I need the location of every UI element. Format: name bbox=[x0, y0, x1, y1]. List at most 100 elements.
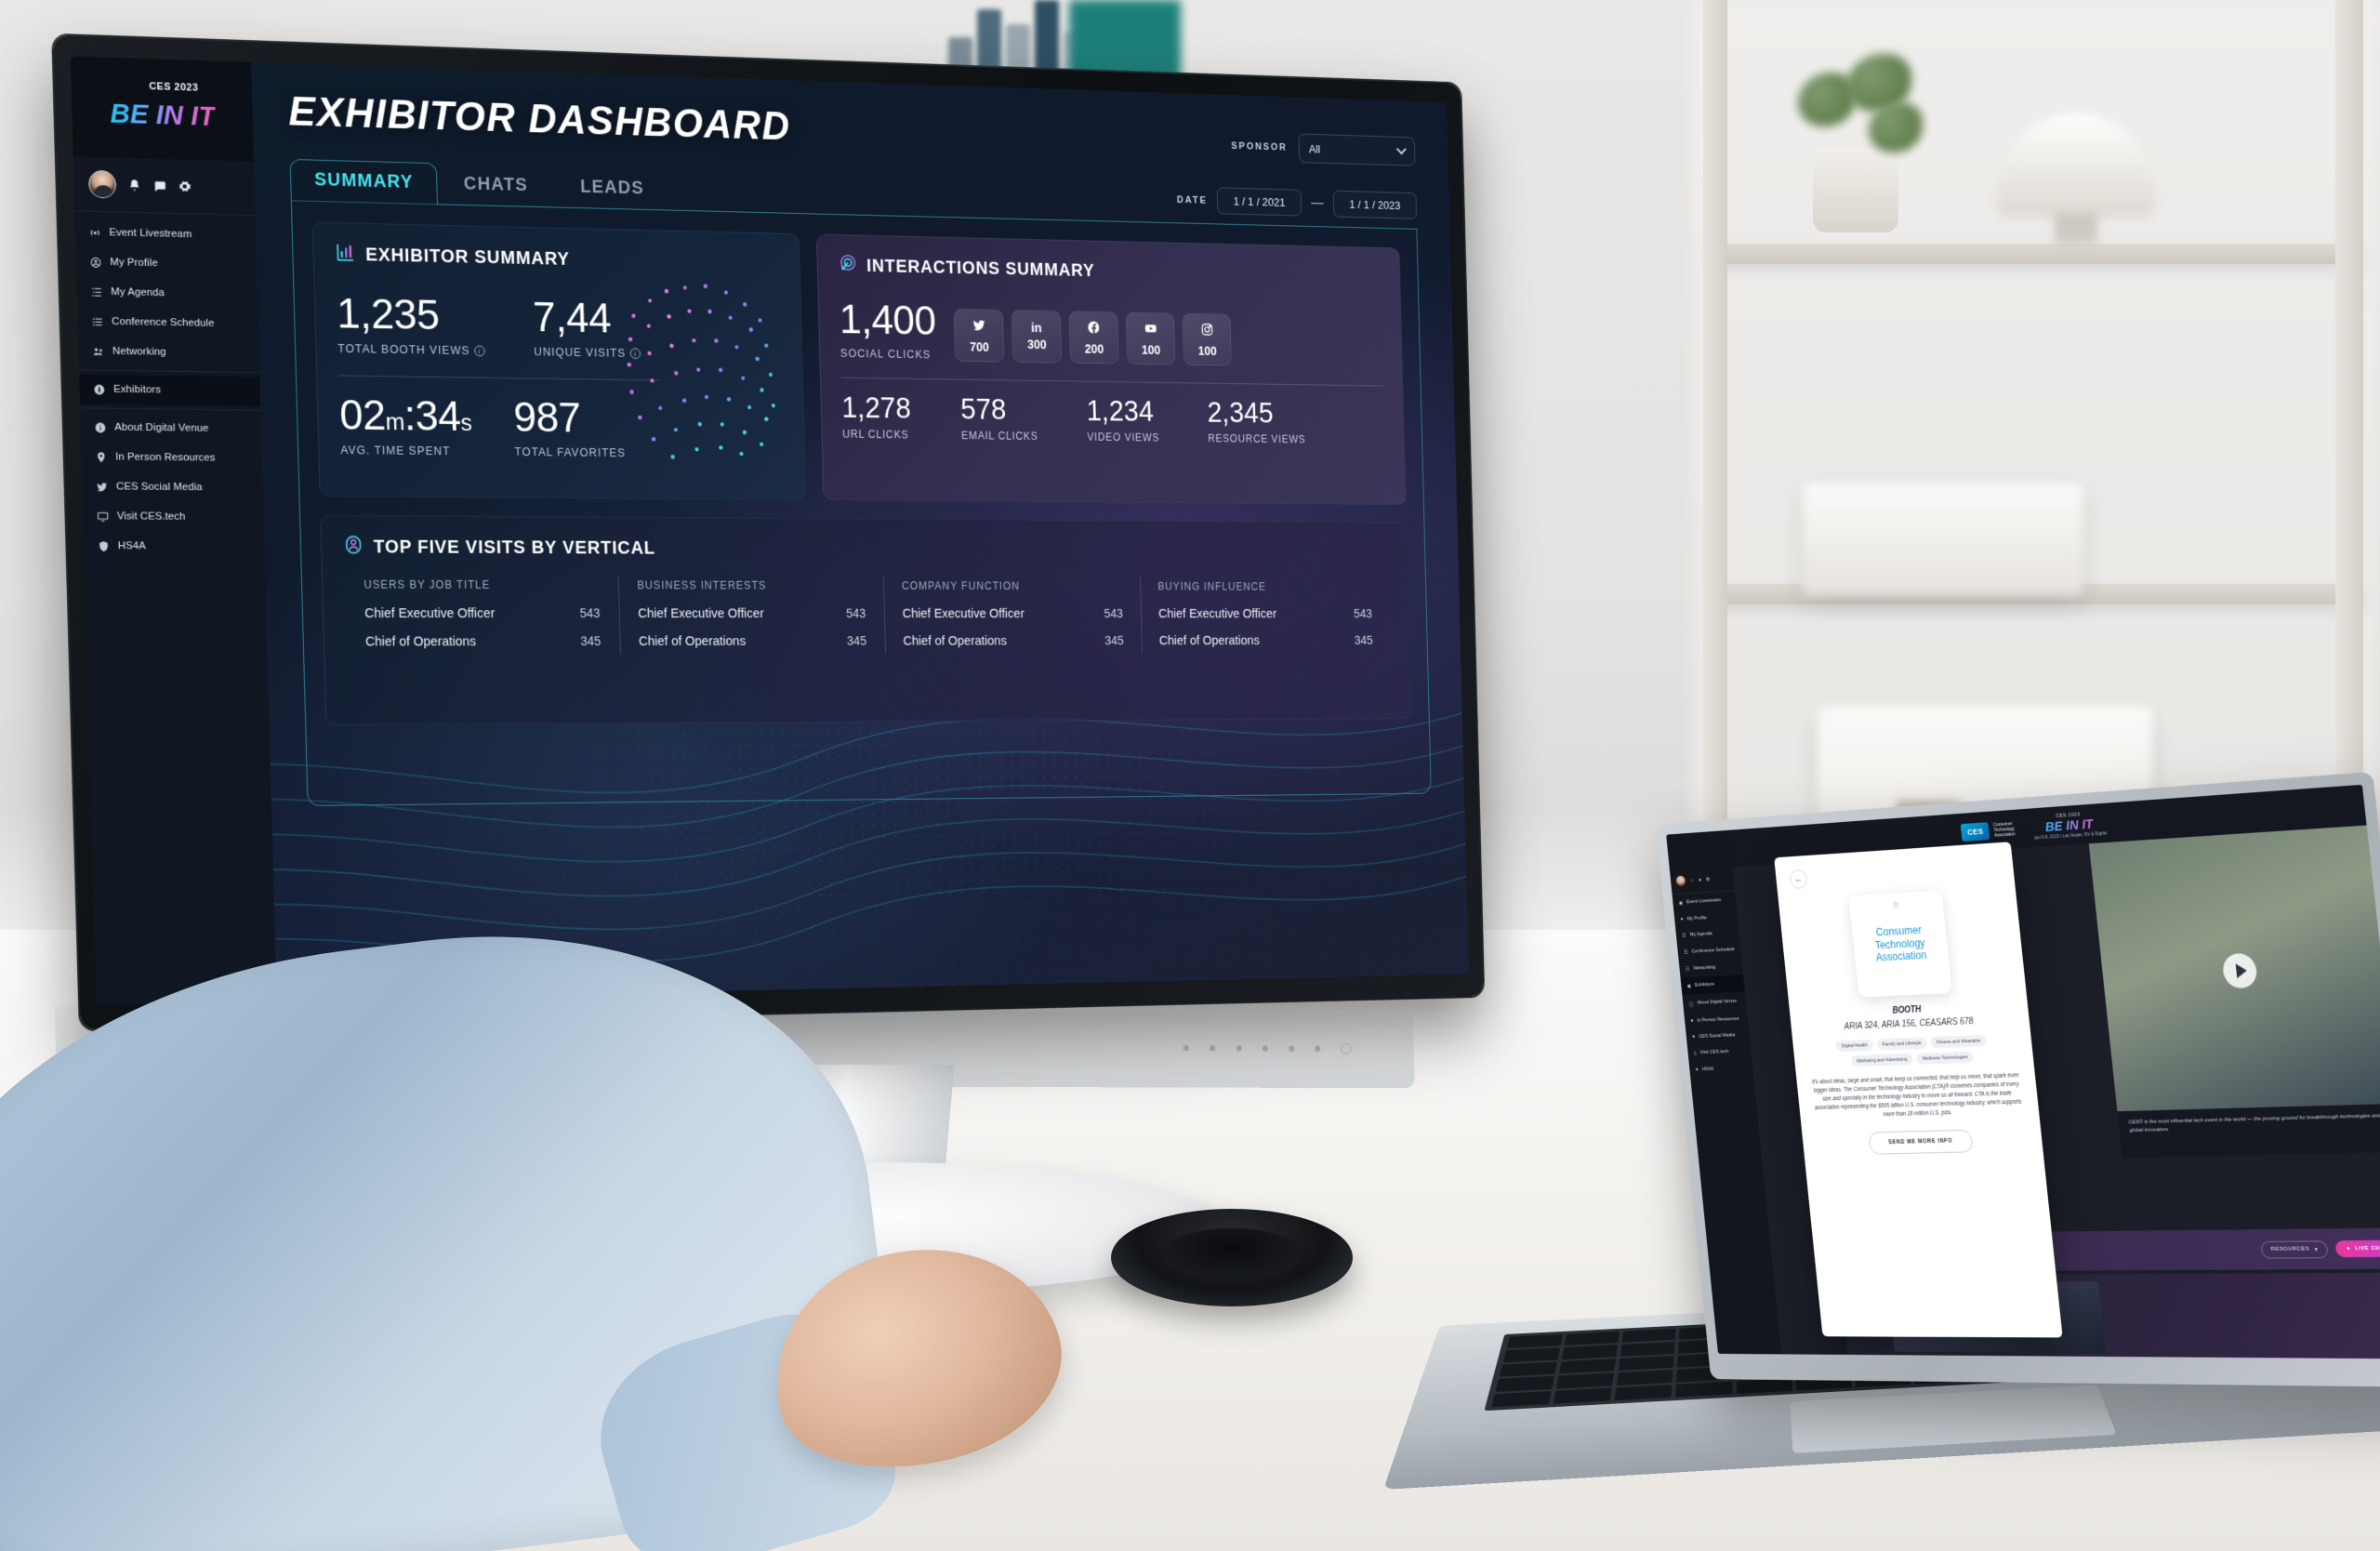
column-header: BUYING INFLUENCE bbox=[1157, 580, 1267, 593]
brand-logo[interactable]: CES 2023 BE IN IT bbox=[70, 56, 254, 162]
sidebar-item-label: CES Social Media bbox=[115, 481, 203, 494]
sidebar-item-hs4a[interactable]: HS4A bbox=[84, 531, 265, 562]
exhibitor-video[interactable] bbox=[2088, 825, 2380, 1112]
item-label: About Digital Venue bbox=[1697, 999, 1738, 1006]
date-filter: DATE 1 / 1 / 2021 — 1 / 1 / 2023 bbox=[1177, 186, 1418, 230]
metric-label: RESOURCE VIEWS bbox=[1208, 431, 1306, 446]
shield-icon bbox=[97, 539, 110, 552]
stat-avg-time-spent: 02m:34s AVG. TIME SPENT bbox=[338, 390, 473, 457]
chip[interactable]: Family and Lifestyle bbox=[1876, 1037, 1928, 1051]
bell-icon[interactable] bbox=[128, 179, 141, 192]
social-tile-facebook[interactable]: 200 bbox=[1068, 311, 1119, 365]
time-minutes: 02 bbox=[338, 390, 387, 439]
sidebar-item-ces-social-media[interactable]: CES Social Media bbox=[82, 471, 263, 502]
chip[interactable]: Marketing and Advertising bbox=[1850, 1053, 1914, 1067]
sidebar-item-my-profile[interactable]: My Profile bbox=[75, 246, 257, 280]
metric-url-clicks: 1,278 URL CLICKS bbox=[841, 391, 912, 441]
brand-be-in-it: BE IN IT bbox=[109, 98, 216, 132]
play-button[interactable] bbox=[2221, 952, 2259, 989]
people-icon bbox=[91, 345, 104, 358]
shield-icon: ● bbox=[1695, 1067, 1699, 1072]
item-label: Visit CES.tech bbox=[1699, 1049, 1729, 1055]
row-count: 345 bbox=[846, 633, 867, 648]
sidebar-nav: Event Livestream My Profile My Agenda Co… bbox=[74, 211, 276, 1005]
monitor-icon bbox=[96, 510, 109, 523]
row-name: Chief of Operations bbox=[364, 634, 477, 650]
laptop-trackpad[interactable] bbox=[1790, 1385, 2117, 1453]
gear-icon[interactable] bbox=[178, 179, 192, 192]
chat-icon[interactable] bbox=[152, 179, 166, 192]
send-me-more-info-button[interactable]: SEND ME MORE INFO bbox=[1868, 1129, 1974, 1155]
live-chat-button[interactable]: ● LIVE CHAT bbox=[2334, 1239, 2380, 1258]
column-header: COMPANY FUNCTION bbox=[901, 579, 1021, 592]
date-from-input[interactable]: 1 / 1 / 2021 bbox=[1216, 187, 1302, 217]
youtube-icon bbox=[1144, 321, 1157, 340]
exhibitor-summary-card: EXHIBITOR SUMMARY 1,235 TOTAL BOOTH VIEW… bbox=[311, 221, 807, 501]
sidebar-item-exhibitors[interactable]: Exhibitors bbox=[79, 374, 261, 406]
sidebar-item-in-person-resources[interactable]: In Person Resources bbox=[81, 442, 262, 473]
sidebar-item-networking[interactable]: Networking bbox=[78, 336, 259, 368]
sponsor-select[interactable]: All bbox=[1298, 133, 1416, 166]
stat-social-clicks: 1,400 SOCIAL CLICKS bbox=[839, 295, 936, 361]
booth-icon: ◉ bbox=[1686, 983, 1692, 989]
info-circle-icon: ⓘ bbox=[1688, 1001, 1694, 1008]
exhibitor-name: Consumer Technology Association bbox=[1872, 923, 1927, 964]
tab-summary[interactable]: SUMMARY bbox=[289, 158, 438, 205]
row-count: 345 bbox=[1354, 632, 1373, 647]
stat-label: TOTAL BOOTH VIEWS bbox=[337, 342, 470, 358]
table-row: Chief Executive Officer 543 bbox=[1158, 606, 1372, 621]
chip[interactable]: Wellness Technologies bbox=[1916, 1051, 1975, 1065]
sidebar-item-visit-ces-tech[interactable]: Visit CES.tech bbox=[83, 501, 264, 532]
sidebar-item-label: Visit CES.tech bbox=[116, 510, 186, 523]
back-button[interactable]: ← bbox=[1789, 868, 1808, 890]
agenda-list-icon bbox=[89, 285, 102, 298]
table-row: Chief Executive Officer 543 bbox=[364, 605, 601, 621]
tab-chats[interactable]: CHATS bbox=[437, 164, 555, 207]
sidebar-divider bbox=[78, 369, 260, 374]
chip[interactable]: Fitness and Wearable bbox=[1930, 1034, 1987, 1049]
monitor-icon: ▯ bbox=[1693, 1051, 1698, 1056]
play-icon bbox=[2235, 962, 2248, 979]
avatar[interactable] bbox=[1675, 875, 1686, 887]
column-header: USERS BY JOB TITLE bbox=[364, 577, 491, 591]
info-icon[interactable]: i bbox=[474, 345, 485, 357]
page-header: EXHIBITOR DASHBOARD SPONSOR All bbox=[287, 87, 1416, 168]
gear-icon[interactable]: ⚙ bbox=[1705, 877, 1711, 882]
tab-leads[interactable]: LEADS bbox=[554, 167, 671, 211]
sidebar-item-conference-schedule[interactable]: Conference Schedule bbox=[77, 306, 258, 338]
social-count: 100 bbox=[1141, 342, 1161, 357]
sidebar-item-event-livestream[interactable]: Event Livestream bbox=[74, 217, 256, 250]
bell-icon[interactable]: ☼ bbox=[1690, 878, 1695, 883]
sponsor-label: SPONSOR bbox=[1231, 140, 1288, 153]
chat-icon[interactable]: ● bbox=[1699, 878, 1701, 883]
resources-button[interactable]: RESOURCES ▾ bbox=[2260, 1239, 2329, 1259]
laptop-bezel: ☼ ● ⚙ ◉ Event Livestream ● My Profile ☰ My … bbox=[1655, 772, 2380, 1387]
row-name: Chief of Operations bbox=[638, 634, 747, 649]
sidebar-divider bbox=[80, 407, 261, 411]
metric-email-clicks: 578 EMAIL CLICKS bbox=[960, 392, 1038, 443]
exhibitor-dashboard-app: CES 2023 BE IN IT Event Livestream My Pr… bbox=[70, 56, 1469, 1006]
chip[interactable]: Digital Health bbox=[1835, 1039, 1874, 1053]
interaction-metrics: 1,278 URL CLICKS 578 EMAIL CLICKS 1,234 … bbox=[841, 391, 1385, 446]
laptop-brand-logo[interactable] bbox=[1666, 830, 1732, 870]
avatar[interactable] bbox=[87, 169, 117, 199]
social-tile-twitter[interactable]: 700 bbox=[953, 308, 1005, 363]
facebook-icon bbox=[1087, 320, 1101, 339]
exhibitor-logo-box: ☆ Consumer Technology Association bbox=[1848, 890, 1952, 998]
star-icon[interactable]: ☆ bbox=[1891, 899, 1901, 911]
item-label: In Person Resources bbox=[1697, 1015, 1739, 1024]
social-tile-instagram[interactable]: 100 bbox=[1182, 312, 1232, 366]
laptop-sidebar-item-hs4a[interactable]: ● HS4A bbox=[1689, 1059, 1753, 1078]
sidebar-item-my-agenda[interactable]: My Agenda bbox=[76, 276, 258, 310]
cta-logo-text: Consumer Technology Association bbox=[1993, 821, 2016, 839]
row-name: Chief of Operations bbox=[1158, 633, 1260, 649]
storage-box bbox=[1804, 484, 2082, 595]
date-to-input[interactable]: 1 / 1 / 2023 bbox=[1332, 190, 1418, 219]
plant-pot bbox=[1813, 149, 1898, 232]
interactions-summary-title: INTERACTIONS SUMMARY bbox=[866, 256, 1095, 281]
social-tile-linkedin[interactable]: in 300 bbox=[1011, 310, 1063, 364]
vertical-columns: USERS BY JOB TITLE Chief Executive Offic… bbox=[344, 578, 1391, 662]
table-row: Chief Executive Officer 543 bbox=[638, 606, 866, 621]
social-tile-youtube[interactable]: 100 bbox=[1125, 312, 1176, 365]
sidebar-item-about-digital-venue[interactable]: About Digital Venue bbox=[80, 412, 261, 444]
